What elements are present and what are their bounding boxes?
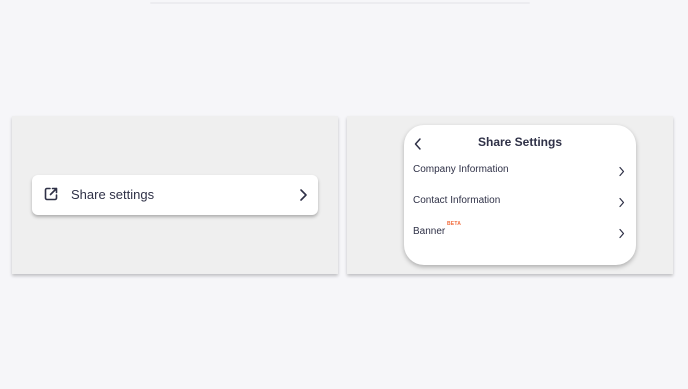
- chevron-right-icon: [619, 197, 625, 208]
- chevron-right-icon: [300, 189, 307, 201]
- menu-item-label: Company Information: [413, 164, 509, 175]
- menu-item-company-information[interactable]: Company Information: [413, 161, 627, 183]
- menu-item-banner[interactable]: Banner BETA: [413, 221, 627, 245]
- share-settings-button[interactable]: Share settings: [32, 175, 318, 215]
- chevron-right-icon: [619, 228, 625, 239]
- external-link-icon: [44, 187, 58, 201]
- share-settings-label: Share settings: [71, 187, 155, 202]
- top-divider: [150, 2, 530, 4]
- chevron-right-icon: [619, 166, 625, 177]
- menu-item-label: Contact Information: [413, 195, 501, 206]
- beta-badge: BETA: [447, 221, 462, 227]
- menu-item-contact-information[interactable]: Contact Information: [413, 192, 627, 214]
- share-settings-modal: Share Settings Company Information Conta…: [404, 125, 636, 265]
- modal-title: Share Settings: [477, 135, 563, 149]
- right-preview-panel: Share Settings Company Information Conta…: [347, 116, 673, 274]
- left-preview-panel: Share settings: [12, 116, 338, 274]
- menu-item-label: Banner: [413, 226, 446, 237]
